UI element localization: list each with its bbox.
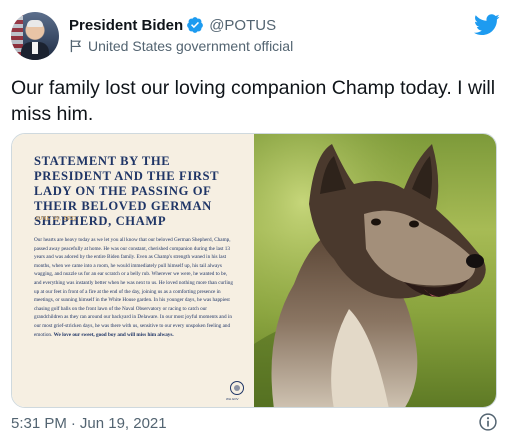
footer-separator: · (70, 415, 76, 432)
tweet-footer: 5:31 PM · Jun 19, 2021 (11, 415, 167, 432)
white-house-seal (230, 381, 244, 395)
statement-image[interactable]: Statement by the President and the First… (12, 134, 254, 407)
tweet-date[interactable]: Jun 19, 2021 (80, 415, 167, 432)
author-name-row: President Biden @POTUS (69, 16, 276, 34)
author-name[interactable]: President Biden (69, 17, 183, 34)
statement-body-text: Our hearts are heavy today as we let you… (34, 237, 233, 338)
german-shepherd-illustration (254, 134, 496, 407)
verified-badge-icon (187, 17, 204, 33)
government-flag-icon (70, 39, 82, 53)
author-avatar[interactable] (11, 12, 59, 60)
government-label-row: United States government official (69, 38, 293, 54)
government-official-label[interactable]: United States government official (88, 38, 293, 54)
twitter-bird-icon[interactable] (474, 14, 500, 36)
dog-photo[interactable] (254, 134, 496, 407)
statement-body: Our hearts are heavy today as we let you… (34, 236, 234, 339)
avatar-shirt (32, 42, 38, 54)
tweet-time[interactable]: 5:31 PM (11, 415, 67, 432)
author-handle[interactable]: @POTUS (209, 17, 276, 34)
seal-caption: WH.GOV (226, 397, 239, 401)
statement-date: JUNE 19, 2021 (35, 216, 77, 222)
tweet-media[interactable]: Statement by the President and the First… (11, 133, 497, 408)
tweet-card: President Biden @POTUS United States gov… (0, 0, 516, 434)
avatar-hair (27, 20, 43, 27)
info-icon[interactable] (478, 412, 498, 432)
tweet-text: Our family lost our loving companion Cha… (11, 77, 496, 125)
statement-closing: We love our sweet, good boy and will mis… (53, 331, 174, 338)
